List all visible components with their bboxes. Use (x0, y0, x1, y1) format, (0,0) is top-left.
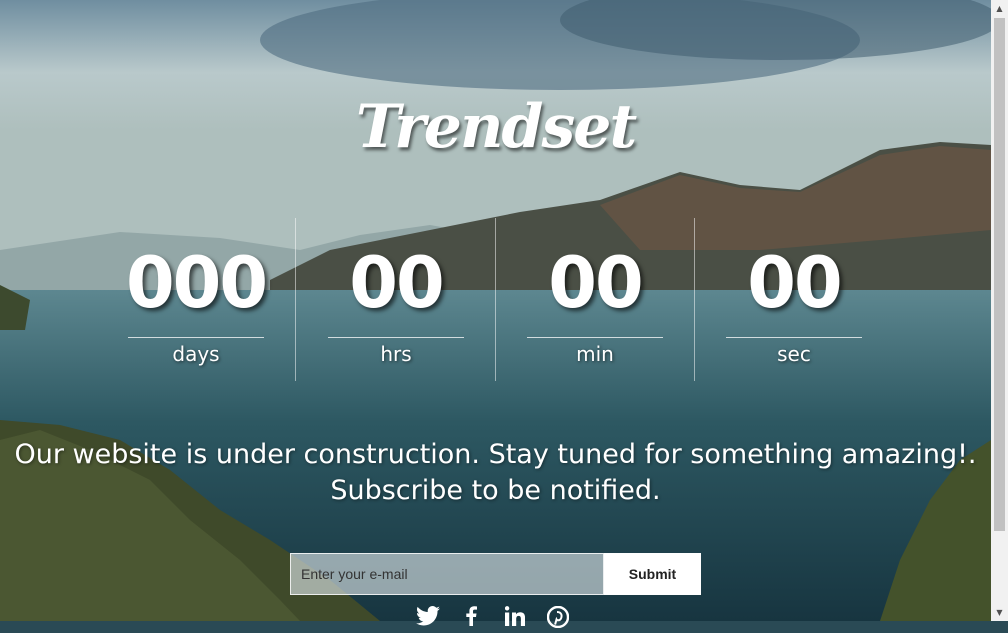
linkedin-icon[interactable] (500, 606, 530, 626)
construction-message: Our website is under construction. Stay … (0, 437, 991, 509)
scroll-up-arrow[interactable]: ▲ (991, 0, 1008, 17)
hours-label: hrs (380, 342, 412, 366)
minutes-divider (527, 337, 663, 338)
seconds-divider (726, 337, 862, 338)
days-value: 000 (125, 242, 268, 324)
minutes-value: 00 (548, 242, 643, 324)
countdown-minutes: 00 min (495, 218, 695, 381)
pinterest-icon-glyph (546, 605, 570, 629)
twitter-icon-glyph (416, 606, 440, 626)
countdown-hours: 00 hrs (296, 218, 496, 381)
facebook-icon-glyph (466, 606, 477, 626)
vertical-scrollbar[interactable]: ▲ ▼ (991, 0, 1008, 621)
brand-logo: Trendset (355, 92, 637, 162)
hours-divider (328, 337, 464, 338)
scroll-down-arrow[interactable]: ▼ (991, 604, 1008, 621)
pinterest-icon[interactable] (543, 605, 573, 629)
minutes-label: min (576, 342, 614, 366)
hours-value: 00 (349, 242, 444, 324)
countdown-seconds: 00 sec (694, 218, 894, 381)
message-line-2: Subscribe to be notified. (330, 475, 661, 506)
submit-button[interactable]: Submit (604, 553, 701, 595)
seconds-label: sec (777, 342, 811, 366)
days-divider (128, 337, 264, 338)
seconds-value: 00 (747, 242, 842, 324)
days-label: days (172, 342, 220, 366)
message-line-1: Our website is under construction. Stay … (14, 439, 977, 470)
twitter-icon[interactable] (413, 606, 443, 626)
facebook-icon[interactable] (456, 606, 486, 626)
email-input[interactable] (290, 553, 604, 595)
countdown-days: 000 days (96, 218, 296, 381)
linkedin-icon-glyph (504, 606, 526, 626)
scrollbar-thumb[interactable] (994, 18, 1005, 531)
